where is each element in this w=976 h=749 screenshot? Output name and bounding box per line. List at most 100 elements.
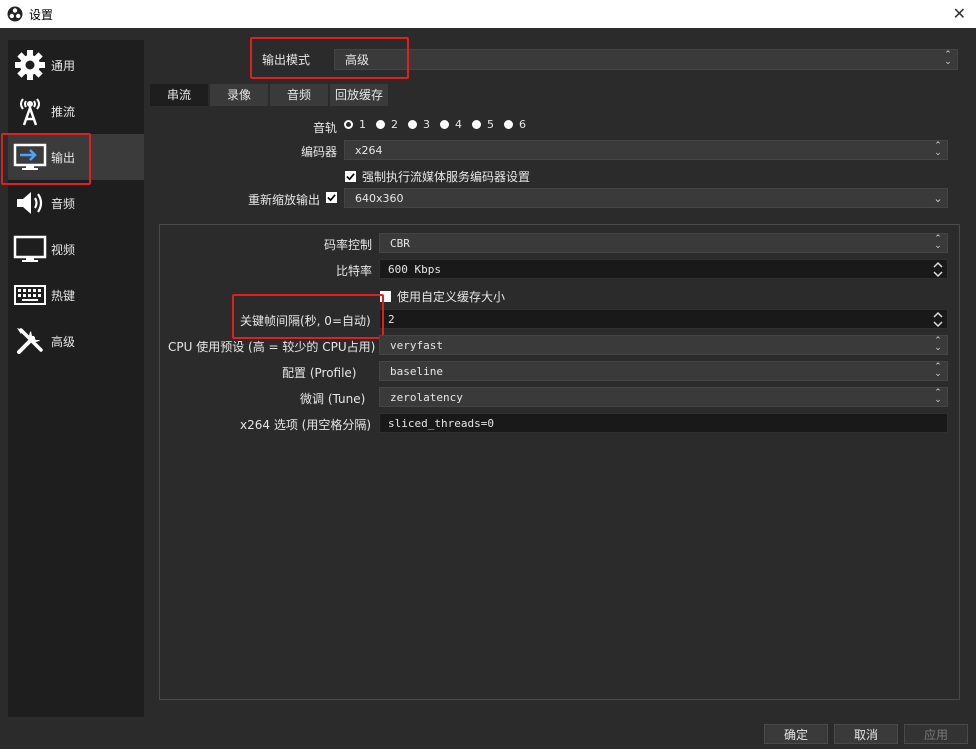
title-bar: 设置 ✕ bbox=[0, 0, 976, 28]
radio-icon bbox=[504, 120, 513, 129]
monitor-icon bbox=[12, 231, 48, 267]
cpu-preset-label: CPU 使用预设 (高 = 较少的 CPU占用) bbox=[168, 340, 376, 354]
x264-options-input[interactable]: sliced_threads=0 bbox=[379, 413, 948, 433]
audio-track-radio-1[interactable]: 1 bbox=[344, 118, 366, 131]
rescale-checkbox[interactable] bbox=[326, 192, 337, 203]
tune-select[interactable]: zerolatency ⌃ ⌄ bbox=[379, 387, 948, 407]
output-mode-label: 输出模式 bbox=[262, 53, 311, 67]
audio-track-radio-2[interactable]: 2 bbox=[376, 118, 398, 131]
enforce-service-checkbox[interactable] bbox=[345, 171, 356, 182]
custom-buffer-label: 使用自定义缓存大小 bbox=[397, 290, 506, 304]
keyframe-interval-value: 2 bbox=[388, 312, 395, 326]
enforce-service-label: 强制执行流媒体服务编码器设置 bbox=[362, 170, 531, 184]
x264-options-label: x264 选项 (用空格分隔) bbox=[240, 418, 371, 432]
sidebar-item-label: 推流 bbox=[51, 104, 76, 119]
sidebar-item-label: 通用 bbox=[51, 58, 76, 73]
radio-icon bbox=[472, 120, 481, 129]
custom-buffer-checkbox[interactable] bbox=[380, 291, 391, 302]
tab-streaming[interactable]: 串流 bbox=[150, 84, 209, 106]
keyboard-icon bbox=[12, 277, 48, 313]
sidebar-item-audio[interactable]: 音频 bbox=[8, 180, 144, 226]
updown-arrow-icon: ⌃ ⌄ bbox=[934, 234, 942, 251]
sidebar-item-advanced[interactable]: 高级 bbox=[8, 318, 144, 364]
profile-value: baseline bbox=[390, 364, 443, 378]
sidebar-item-general[interactable]: 通用 bbox=[8, 42, 144, 88]
rescale-resolution-select[interactable]: 640x360 ⌄ bbox=[344, 188, 948, 208]
chevron-down-icon: ⌄ bbox=[933, 191, 943, 205]
sidebar-item-label: 音频 bbox=[51, 196, 76, 211]
encoder-value: x264 bbox=[355, 143, 383, 157]
speaker-icon bbox=[12, 185, 48, 221]
bitrate-spinbox[interactable]: 600 Kbps bbox=[379, 259, 948, 279]
broadcast-tower-icon bbox=[12, 93, 48, 129]
cancel-button[interactable]: 取消 bbox=[834, 724, 898, 744]
sidebar-item-label: 视频 bbox=[51, 242, 76, 257]
encoder-select[interactable]: x264 ⌃ ⌄ bbox=[344, 140, 948, 160]
radio-checked-icon bbox=[344, 120, 353, 129]
output-mode-select[interactable]: 高级 ⌃ ⌄ bbox=[334, 49, 958, 70]
sidebar-item-stream[interactable]: 推流 bbox=[8, 88, 144, 134]
updown-arrow-icon: ⌃ ⌄ bbox=[934, 388, 942, 405]
output-mode-value: 高级 bbox=[345, 53, 370, 67]
window-title: 设置 bbox=[29, 7, 54, 22]
enforce-service-row: 强制执行流媒体服务编码器设置 bbox=[345, 168, 530, 185]
rescale-label: 重新缩放输出 bbox=[248, 193, 321, 207]
spin-down-icon[interactable] bbox=[930, 319, 946, 328]
obs-logo-icon bbox=[7, 6, 23, 22]
keyframe-interval-stepper bbox=[930, 310, 946, 328]
apply-button[interactable]: 应用 bbox=[904, 724, 968, 744]
close-icon[interactable]: ✕ bbox=[953, 4, 966, 23]
x264-options-value: sliced_threads=0 bbox=[388, 416, 494, 430]
updown-arrow-icon: ⌃ ⌄ bbox=[934, 336, 942, 353]
profile-label: 配置 (Profile) bbox=[282, 366, 357, 380]
tune-label: 微调 (Tune) bbox=[300, 392, 366, 406]
tools-icon bbox=[12, 323, 48, 359]
audio-track-radio-5[interactable]: 5 bbox=[472, 118, 494, 131]
tab-replay-buffer[interactable]: 回放缓存 bbox=[330, 84, 389, 106]
spin-up-icon[interactable] bbox=[930, 260, 946, 269]
updown-arrow-icon: ⌃ ⌄ bbox=[934, 362, 942, 379]
sidebar-item-label: 热键 bbox=[51, 288, 76, 303]
audio-track-radio-3[interactable]: 3 bbox=[408, 118, 430, 131]
sidebar-item-video[interactable]: 视频 bbox=[8, 226, 144, 272]
spin-down-icon[interactable] bbox=[930, 269, 946, 278]
sidebar-item-output[interactable]: 输出 bbox=[8, 134, 144, 180]
gear-icon bbox=[12, 47, 48, 83]
encoder-settings-group bbox=[159, 224, 960, 700]
ok-button[interactable]: 确定 bbox=[764, 724, 828, 744]
cpu-preset-select[interactable]: veryfast ⌃ ⌄ bbox=[379, 335, 948, 355]
bitrate-label: 比特率 bbox=[336, 264, 373, 278]
encoder-label: 编码器 bbox=[301, 145, 338, 159]
tab-recording[interactable]: 录像 bbox=[210, 84, 269, 106]
bitrate-stepper bbox=[930, 260, 946, 278]
audio-track-radio-6[interactable]: 6 bbox=[504, 118, 526, 131]
checkmark-icon bbox=[346, 173, 355, 181]
rate-control-value: CBR bbox=[390, 236, 410, 250]
updown-arrow-icon: ⌃ ⌄ bbox=[944, 50, 952, 67]
bitrate-value: 600 Kbps bbox=[388, 262, 441, 276]
updown-arrow-icon: ⌃ ⌄ bbox=[934, 141, 942, 158]
profile-select[interactable]: baseline ⌃ ⌄ bbox=[379, 361, 948, 381]
radio-icon bbox=[440, 120, 449, 129]
sidebar-item-hotkeys[interactable]: 热键 bbox=[8, 272, 144, 318]
keyframe-interval-spinbox[interactable]: 2 bbox=[379, 309, 948, 329]
audio-track-label: 音轨 bbox=[313, 121, 338, 135]
settings-sidebar: 通用 推流 输出 音频 视频 热键 高级 bbox=[8, 40, 144, 717]
cpu-preset-value: veryfast bbox=[390, 338, 443, 352]
keyframe-interval-label: 关键帧间隔(秒, 0=自动) bbox=[240, 314, 371, 328]
rescale-value: 640x360 bbox=[355, 191, 404, 205]
sidebar-item-label: 输出 bbox=[51, 150, 76, 165]
checkmark-icon bbox=[327, 194, 336, 202]
rate-control-select[interactable]: CBR ⌃ ⌄ bbox=[379, 233, 948, 253]
output-tabs: 串流 录像 音频 回放缓存 bbox=[150, 84, 390, 106]
tune-value: zerolatency bbox=[390, 390, 463, 404]
tab-audio[interactable]: 音频 bbox=[270, 84, 329, 106]
rate-control-label: 码率控制 bbox=[324, 238, 373, 252]
spin-up-icon[interactable] bbox=[930, 310, 946, 319]
audio-track-radio-4[interactable]: 4 bbox=[440, 118, 462, 131]
monitor-output-icon bbox=[12, 139, 48, 175]
radio-icon bbox=[376, 120, 385, 129]
radio-icon bbox=[408, 120, 417, 129]
audio-track-radios: 1 2 3 4 5 6 bbox=[344, 118, 536, 131]
sidebar-item-label: 高级 bbox=[51, 334, 76, 349]
